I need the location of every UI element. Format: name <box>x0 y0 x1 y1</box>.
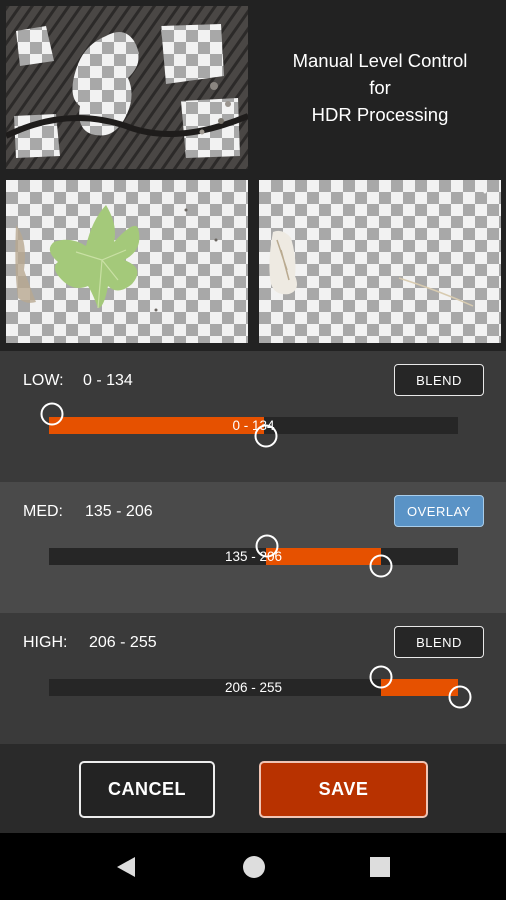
low-label: LOW: <box>23 372 64 389</box>
low-range-slider[interactable]: 0 - 134 <box>49 417 458 434</box>
cancel-button[interactable]: CANCEL <box>79 761 215 818</box>
title-line-2: for <box>369 77 391 98</box>
low-range-value: 0 - 134 <box>83 372 133 389</box>
high-range-value: 206 - 255 <box>89 634 157 651</box>
recents-icon[interactable] <box>369 855 391 879</box>
med-slider-label: 135 - 206 <box>224 549 283 564</box>
med-overlay-button[interactable]: OVERLAY <box>394 495 484 527</box>
low-level-panel: LOW: 0 - 134 BLEND 0 - 134 <box>0 351 506 482</box>
page-title: Manual Level Control for HDR Processing <box>258 6 502 169</box>
title-line-1: Manual Level Control <box>292 50 468 71</box>
low-blend-button[interactable]: BLEND <box>394 364 484 396</box>
home-icon[interactable] <box>242 855 266 879</box>
med-range-slider[interactable]: 135 - 206 <box>49 548 458 565</box>
med-level-panel: MED: 135 - 206 OVERLAY 135 - 206 <box>0 482 506 613</box>
high-blend-button[interactable]: BLEND <box>394 626 484 658</box>
rock-texture-thumbnail <box>6 6 248 169</box>
save-button[interactable]: SAVE <box>259 761 428 818</box>
highlights-thumbnail <box>259 180 501 343</box>
high-min-handle[interactable] <box>369 665 393 689</box>
high-range-slider[interactable]: 206 - 255 <box>49 679 458 696</box>
leaf-thumbnail <box>6 180 248 343</box>
high-slider-label: 206 - 255 <box>224 680 283 695</box>
high-max-handle[interactable] <box>448 685 472 709</box>
med-label: MED: <box>23 503 63 520</box>
title-line-3: HDR Processing <box>311 104 449 125</box>
med-max-handle[interactable] <box>369 554 393 578</box>
system-navigation-bar <box>0 833 506 900</box>
high-label: HIGH: <box>23 634 68 651</box>
med-range-value: 135 - 206 <box>85 503 153 520</box>
back-icon[interactable] <box>115 855 137 879</box>
low-slider-label: 0 - 134 <box>232 418 275 433</box>
med-min-handle[interactable] <box>255 534 279 558</box>
low-min-handle[interactable] <box>40 402 64 426</box>
low-max-handle[interactable] <box>254 424 278 448</box>
high-level-panel: HIGH: 206 - 255 BLEND 206 - 255 <box>0 613 506 744</box>
action-bar: CANCEL SAVE <box>0 744 506 833</box>
